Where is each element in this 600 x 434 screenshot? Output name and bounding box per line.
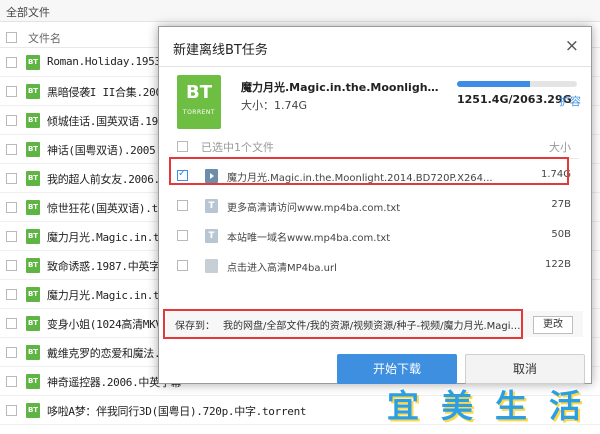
row-checkbox[interactable] [6,231,17,242]
watermark-char: 宜 [386,387,419,425]
dialog-title: 新建离线BT任务 [173,43,268,58]
torrent-file-name: 点击进入高清MP4ba.url [227,263,337,274]
row-checkbox[interactable] [6,260,17,271]
all-files-title[interactable]: 全部文件 [6,4,50,20]
file-name[interactable]: 哆啦A梦：伴我同行3D(国粤日).720p.中字.torrent [47,403,307,419]
file-checkbox[interactable] [177,230,188,241]
quota-value: 1251.4G/2063.29G [457,93,572,106]
bt-file-icon: BT [26,84,40,99]
row-checkbox[interactable] [6,289,17,300]
row-checkbox[interactable] [6,202,17,213]
bt-file-icon: BT [26,142,40,157]
torrent-icon-label: BT [186,82,212,103]
bt-file-icon: BT [26,113,40,128]
row-checkbox[interactable] [6,144,17,155]
row-checkbox[interactable] [6,405,17,416]
txt-icon: T [205,199,218,213]
watermark-char: 美 [440,387,473,425]
storage-quota-fill [457,81,530,87]
url-icon [205,259,218,273]
torrent-file-name: 本站唯一域名www.mp4ba.com.txt [227,233,391,244]
close-icon[interactable]: × [565,36,579,56]
bt-file-icon: BT [26,55,40,70]
start-download-button[interactable]: 开始下载 [337,354,457,384]
row-checkbox[interactable] [6,347,17,358]
torrent-file-name: 更多高清请访问www.mp4ba.com.txt [227,203,401,214]
torrent-name: 魔力月光.Magic.in.the.Moonlight.2014.BD720P.… [241,81,439,94]
torrent-file-row[interactable]: 点击进入高清MP4ba.url 122B [173,251,579,281]
bt-file-icon: BT [26,229,40,244]
row-checkbox[interactable] [6,376,17,387]
file-checkbox[interactable] [177,200,188,211]
size-column-header: 大小 [549,141,571,154]
bt-file-icon: BT [26,171,40,186]
select-all-files-checkbox[interactable] [177,141,188,152]
bt-file-icon: BT [26,258,40,273]
torrent-size: 大小：1.74G [241,99,308,112]
row-checkbox[interactable] [6,173,17,184]
torrent-file-icon: BT TORRENT [177,75,221,129]
select-all-checkbox[interactable] [6,32,17,43]
torrent-file-size: 50B [551,229,571,240]
watermark-char: 生 [494,387,527,425]
bt-file-icon: BT [26,345,40,360]
watermark-char: 活 [548,387,581,425]
file-selection-header: 已选中1个文件 大小 [173,135,579,159]
row-checkbox[interactable] [6,115,17,126]
storage-quota-bar [457,81,577,87]
torrent-file-row[interactable]: T 更多高清请访问www.mp4ba.com.txt 27B [173,191,579,221]
expand-storage-link[interactable]: 扩容 [559,93,581,109]
highlight-box-file [169,157,569,185]
file-checkbox[interactable] [177,260,188,271]
bt-file-icon: BT [26,287,40,302]
new-bt-task-dialog: 新建离线BT任务 × BT TORRENT 魔力月光.Magic.in.the.… [158,26,592,384]
torrent-file-row[interactable]: T 本站唯一域名www.mp4ba.com.txt 50B [173,221,579,251]
selected-count-label: 已选中1个文件 [201,141,274,154]
bt-file-icon: BT [26,200,40,215]
bt-file-icon: BT [26,374,40,389]
txt-icon: T [205,229,218,243]
storage-quota-text: 1251.4G/2063.29G [457,93,572,106]
filename-column-header[interactable]: 文件名 [28,30,61,46]
cancel-button[interactable]: 取消 [465,354,585,384]
watermark-logo: 宜 美 生 活 [380,386,590,426]
bt-file-icon: BT [26,403,40,418]
row-checkbox[interactable] [6,57,17,68]
dialog-titlebar: 新建离线BT任务 × [159,27,591,67]
bt-file-icon: BT [26,316,40,331]
top-bar: 全部文件 [0,0,600,22]
torrent-icon-caption: TORRENT [182,109,216,116]
change-location-button[interactable]: 更改 [533,316,573,334]
highlight-box-path [163,309,523,339]
torrent-file-size: 27B [551,199,571,210]
row-checkbox[interactable] [6,318,17,329]
row-checkbox[interactable] [6,86,17,97]
torrent-file-size: 122B [545,259,571,270]
